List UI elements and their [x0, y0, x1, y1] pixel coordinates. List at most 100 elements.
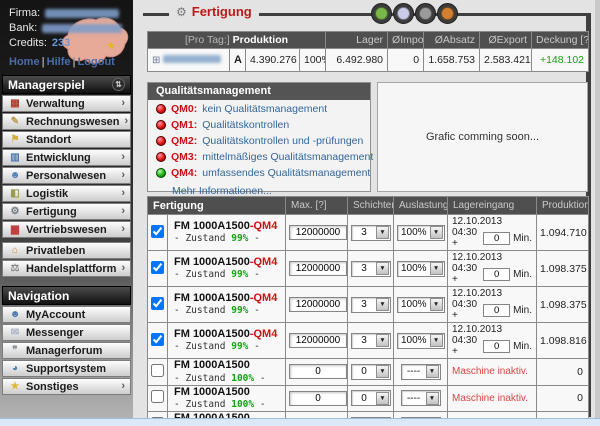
auslastung-select[interactable]: 100% ▼ [397, 260, 445, 277]
auslastung-select[interactable]: 100% ▼ [397, 332, 445, 349]
redacted-product-link[interactable] [163, 55, 222, 63]
status-orb-icon [156, 167, 166, 178]
produktion-value: 0 [536, 384, 589, 413]
schichten-select[interactable]: 3 ▼ [351, 296, 391, 313]
max-col-header: Max. [291, 200, 313, 211]
auslastung-select[interactable]: ---- ▼ [400, 363, 441, 380]
sidebar-item-handelsplattform[interactable]: ⚖ Handelsplattform › [2, 260, 131, 277]
lagereingang-date: 12.10.2013 [452, 252, 503, 263]
qm-code: QM3: [171, 150, 198, 163]
sidebar-item-personalwesen[interactable]: ☻ Personalwesen › [2, 167, 131, 184]
qm-item[interactable]: QM0: kein Qualitätsmanagement [148, 101, 370, 116]
status-orb-icon [156, 103, 166, 114]
sidebar-item-messenger[interactable]: ✉ Messenger › [2, 324, 131, 341]
sidebar-item-logistik[interactable]: ◧ Logistik › [2, 185, 131, 202]
print-icon[interactable] [415, 3, 436, 24]
managerspiel-header: Managerspiel ⇅ [2, 75, 131, 94]
schichten-select[interactable]: 0 ▼ [351, 390, 391, 407]
reload-icon[interactable] [371, 3, 392, 24]
machine-checkbox[interactable] [151, 260, 164, 274]
dropdown-arrow-icon: ▼ [429, 262, 443, 275]
sidebar-item-vertriebswesen[interactable]: ▆ Vertriebswesen › [2, 221, 131, 238]
lagereingang-time: 04:30 + [452, 335, 478, 357]
lager-header: Lager [325, 31, 389, 49]
zustand-percent: 100% [231, 372, 255, 384]
logout-link[interactable]: Logout [78, 56, 115, 68]
lager-value: 6.492.980 [325, 48, 389, 72]
qualitaetsmanagement-panel: Qualitätsmanagement QM0: kein Qualitätsm… [147, 82, 373, 197]
menu-item-icon: ◕ [11, 362, 19, 374]
minutes-input[interactable] [483, 303, 511, 317]
machine-name: FM 1000A1500 [174, 385, 250, 398]
machine-checkbox[interactable] [151, 363, 164, 377]
schichten-select[interactable]: 0 ▼ [351, 363, 391, 380]
lagereingang-date: 12.10.2013 [452, 288, 503, 299]
minutes-input[interactable] [483, 267, 511, 281]
qm-item[interactable]: QM1: Qualitätskontrollen [148, 117, 370, 132]
schichten-col-header: Schichten [347, 196, 394, 215]
expand-icon[interactable]: ⊞ [152, 55, 160, 66]
schichten-select[interactable]: 3 ▼ [351, 224, 391, 241]
qm-item[interactable]: QM3: mittelmäßiges Qualitätsmanagement [148, 149, 373, 164]
max-help-link[interactable]: [?] [315, 200, 326, 211]
bank-label: Bank: [9, 22, 38, 34]
chevron-right-icon: › [121, 380, 125, 392]
auslastung-select[interactable]: 100% ▼ [397, 296, 445, 313]
fertigung-table: Fertigung Max. [?] Schichten Auslastung … [147, 196, 589, 426]
zustand-percent: 99% [231, 233, 249, 245]
lagereingang-date: 12.10.2013 [452, 324, 503, 335]
collapse-menu-icon[interactable]: ⇅ [112, 78, 125, 91]
deckung-help-link[interactable]: [?] [580, 34, 587, 46]
chevron-right-icon: › [121, 205, 125, 217]
qm-item[interactable]: QM2: Qualitätskontrollen und -prüfungen [148, 133, 370, 148]
produktion-value: 0 [536, 358, 589, 386]
chevron-right-icon: › [121, 151, 125, 163]
minutes-input[interactable] [483, 231, 511, 245]
sidebar-item-sonstiges[interactable]: ★ Sonstiges › [2, 378, 131, 395]
home-icon[interactable] [437, 3, 458, 24]
dropdown-arrow-icon: ▼ [376, 365, 389, 379]
sidebar-item-verwaltung[interactable]: ▦ Verwaltung › [2, 95, 131, 112]
machine-checkbox[interactable] [151, 390, 164, 404]
max-production-input[interactable] [289, 297, 347, 312]
dropdown-arrow-icon: ▼ [429, 298, 443, 311]
menu-item-label: Handelsplattform [26, 262, 117, 275]
sidebar-item-managerforum[interactable]: ❞ Managerforum › [2, 342, 131, 359]
fertigung-col-header: Fertigung [147, 196, 286, 215]
max-production-input[interactable] [289, 333, 347, 348]
top-links: Home | Hilfe | Logout [9, 56, 115, 68]
machine-checkbox[interactable] [151, 332, 164, 346]
hilfe-link[interactable]: Hilfe [47, 56, 71, 68]
auslastung-select[interactable]: 100% ▼ [397, 224, 445, 241]
max-production-input[interactable] [289, 261, 347, 276]
sidebar-item-supportsystem[interactable]: ◕ Supportsystem › [2, 360, 131, 377]
fertigung-header-row: Fertigung Max. [?] Schichten Auslastung … [147, 196, 589, 215]
schichten-select[interactable]: 3 ▼ [351, 260, 391, 277]
redacted-bank-balance [42, 23, 123, 33]
sidebar-item-standort[interactable]: ⚑ Standort › [2, 131, 131, 148]
auslastung-select[interactable]: ---- ▼ [400, 390, 441, 407]
sidebar-item-fertigung[interactable]: ⚙ Fertigung › [2, 203, 131, 220]
qm-code: QM0: [171, 102, 198, 115]
sidebar-item-entwicklung[interactable]: ▥ Entwicklung › [2, 149, 131, 166]
sidebar-item-rechnungswesen[interactable]: ✎ Rechnungswesen › [2, 113, 131, 130]
max-production-input[interactable] [289, 390, 347, 406]
status-orb-icon [156, 119, 166, 130]
max-production-input[interactable] [289, 225, 347, 240]
machine-row: FM 1000A1500 - Zustand 100% - 0 ▼ ---- ▼ [147, 384, 589, 413]
max-production-input[interactable] [289, 364, 347, 380]
machine-checkbox[interactable] [151, 296, 164, 310]
lagereingang-time: 04:30 + [452, 263, 478, 285]
schichten-select[interactable]: 3 ▼ [351, 332, 391, 349]
sidebar-item-privatleben[interactable]: ⌂ Privatleben › [2, 242, 131, 259]
sidebar-item-myaccount[interactable]: ☻ MyAccount › [2, 306, 131, 323]
graphic-placeholder-text: Grafic comming soon... [425, 131, 540, 143]
menu-item-label: Privatleben [26, 244, 86, 257]
menu-item-icon: ✉ [10, 326, 20, 338]
qm-item[interactable]: QM4: umfassendes Qualitätsmanagement [148, 165, 370, 180]
machine-checkbox[interactable] [151, 224, 164, 238]
minutes-input[interactable] [483, 339, 511, 353]
mail-icon[interactable] [393, 3, 414, 24]
home-link[interactable]: Home [9, 56, 40, 68]
managerspiel-menu: ▦ Verwaltung › ✎ Rechnungswesen › ⚑ Stan… [2, 95, 131, 277]
